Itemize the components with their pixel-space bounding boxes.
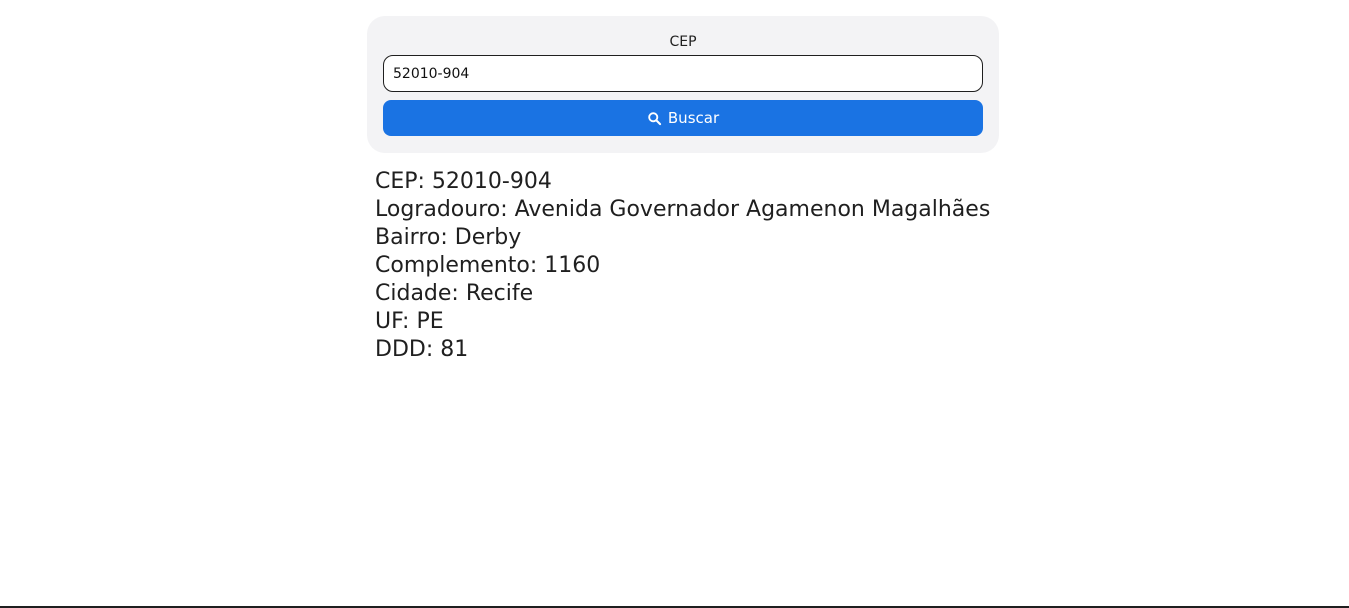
- address-results: CEP: 52010-904 Logradouro: Avenida Gover…: [375, 168, 1015, 364]
- result-ddd: DDD: 81: [375, 337, 469, 362]
- result-cep: CEP: 52010-904: [375, 169, 552, 194]
- cep-label: CEP: [669, 34, 697, 50]
- search-icon: [647, 111, 662, 126]
- result-cidade: Cidade: Recife: [375, 281, 534, 306]
- search-button[interactable]: Buscar: [383, 100, 983, 136]
- result-uf: UF: PE: [375, 309, 444, 334]
- result-logradouro: Logradouro: Avenida Governador Agamenon …: [375, 197, 991, 222]
- search-card: CEP Buscar: [367, 16, 999, 153]
- result-complemento: Complemento: 1160: [375, 253, 601, 278]
- result-bairro: Bairro: Derby: [375, 225, 522, 250]
- search-button-label: Buscar: [667, 109, 720, 127]
- page: CEP Buscar CEP: 52010-904 Logradouro: Av…: [0, 0, 1349, 608]
- cep-input[interactable]: [383, 55, 983, 92]
